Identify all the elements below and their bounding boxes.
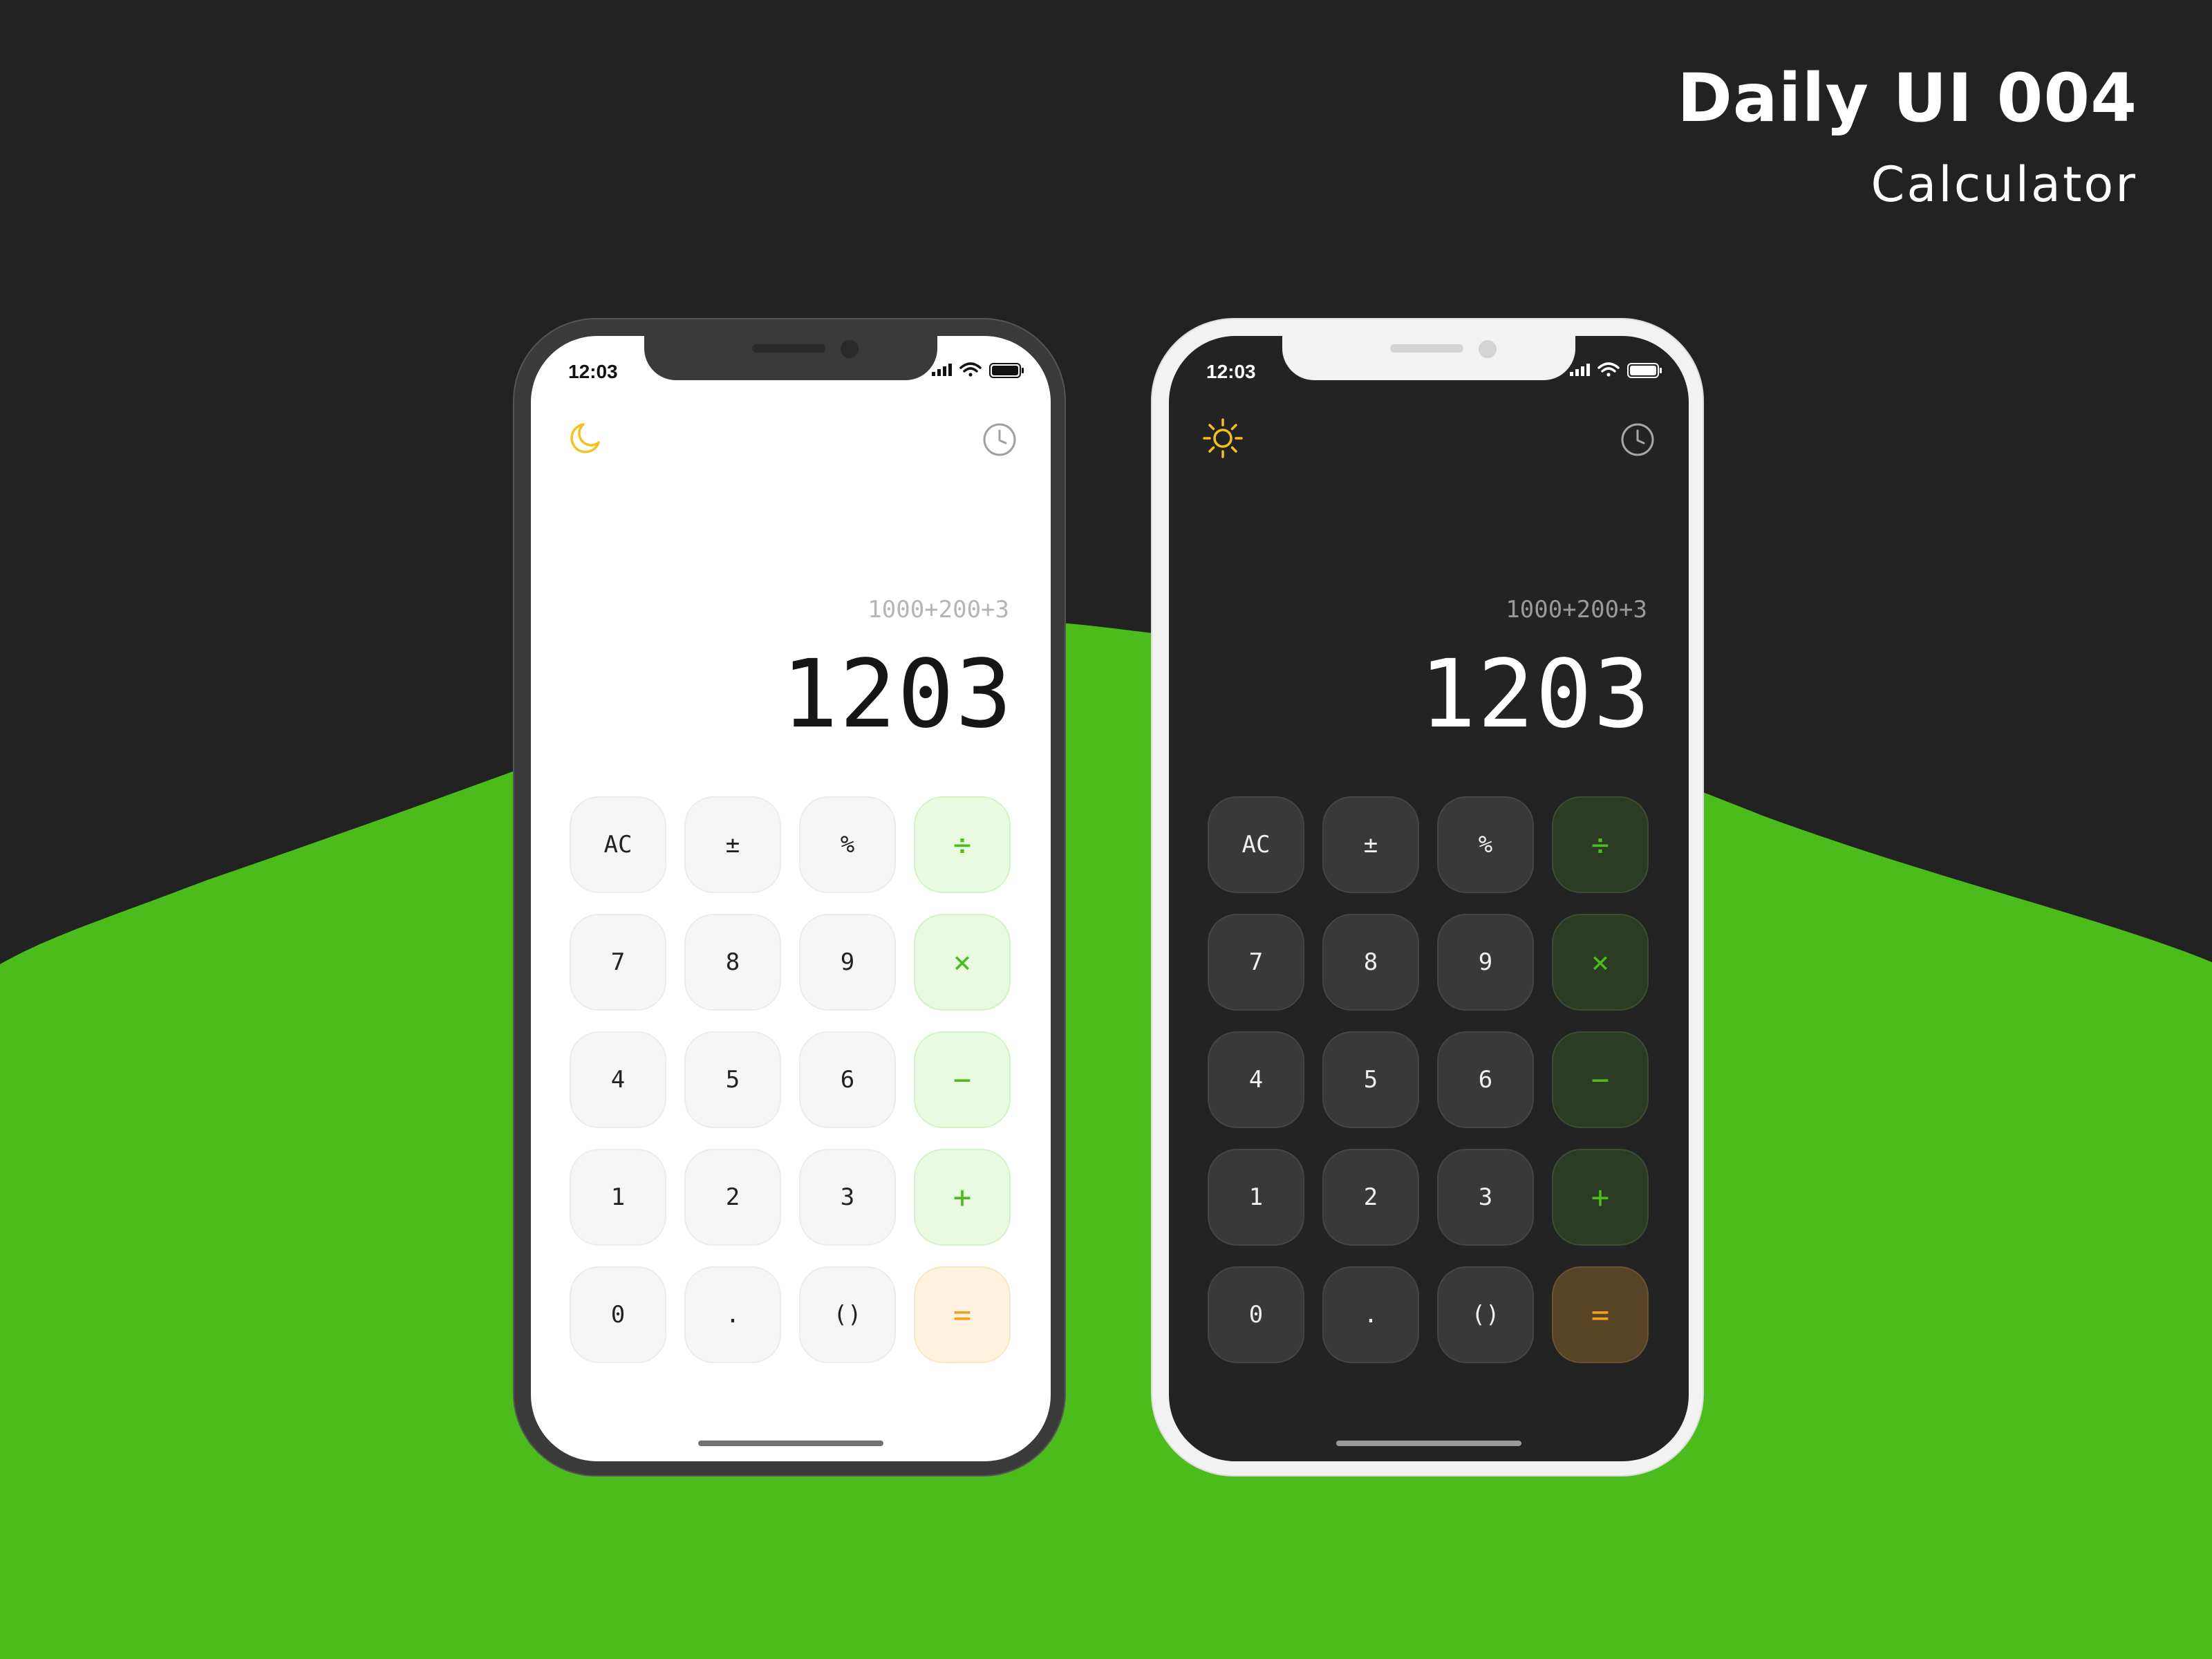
key-7[interactable]: 7 — [570, 914, 666, 1011]
key-9[interactable]: 9 — [799, 914, 896, 1011]
key-divide[interactable]: ÷ — [914, 796, 1011, 893]
front-camera — [841, 340, 859, 358]
key-equals[interactable]: = — [914, 1266, 1011, 1363]
signal-icon — [1570, 364, 1590, 376]
key-8[interactable]: 8 — [684, 914, 781, 1011]
battery-icon — [989, 363, 1024, 378]
phone-dark-mode: 12:03 1000+200+3 1203 AC ± % ÷ 7 8 9 × 4… — [1151, 318, 1704, 1477]
key-6[interactable]: 6 — [1437, 1031, 1534, 1128]
key-0[interactable]: 0 — [570, 1266, 666, 1363]
key-5[interactable]: 5 — [684, 1031, 781, 1128]
key-clear[interactable]: AC — [1208, 796, 1304, 893]
key-6[interactable]: 6 — [799, 1031, 896, 1128]
key-parentheses[interactable]: () — [1437, 1266, 1534, 1363]
key-percent[interactable]: % — [799, 796, 896, 893]
key-1[interactable]: 1 — [1208, 1149, 1304, 1246]
key-3[interactable]: 3 — [799, 1149, 896, 1246]
key-decimal[interactable]: . — [684, 1266, 781, 1363]
key-2[interactable]: 2 — [1322, 1149, 1419, 1246]
home-indicator[interactable] — [698, 1441, 883, 1446]
battery-icon — [1627, 363, 1662, 378]
result-display: 1203 — [781, 640, 1013, 749]
key-decimal[interactable]: . — [1322, 1266, 1419, 1363]
key-subtract[interactable]: − — [1552, 1031, 1649, 1128]
wifi-icon — [1597, 362, 1620, 377]
key-4[interactable]: 4 — [1208, 1031, 1304, 1128]
key-percent[interactable]: % — [1437, 796, 1534, 893]
key-equals[interactable]: = — [1552, 1266, 1649, 1363]
result-display: 1203 — [1419, 640, 1651, 749]
keypad: AC ± % ÷ 7 8 9 × 4 5 6 − 1 2 3 + 0 . () … — [570, 796, 1012, 1377]
phone-screen: 12:03 1000+200+3 1203 AC ± % ÷ 7 8 9 × 4… — [531, 336, 1051, 1461]
phone-screen: 12:03 1000+200+3 1203 AC ± % ÷ 7 8 9 × 4… — [1169, 336, 1689, 1461]
key-plus-minus[interactable]: ± — [1322, 796, 1419, 893]
key-0[interactable]: 0 — [1208, 1266, 1304, 1363]
key-5[interactable]: 5 — [1322, 1031, 1419, 1128]
clock-icon[interactable] — [982, 422, 1018, 458]
key-subtract[interactable]: − — [914, 1031, 1011, 1128]
key-9[interactable]: 9 — [1437, 914, 1534, 1011]
expression-display: 1000+200+3 — [868, 596, 1009, 624]
signal-icon — [932, 364, 952, 376]
key-2[interactable]: 2 — [684, 1149, 781, 1246]
key-multiply[interactable]: × — [914, 914, 1011, 1011]
key-7[interactable]: 7 — [1208, 914, 1304, 1011]
status-icons — [932, 362, 1024, 378]
phone-notch — [1282, 336, 1575, 380]
phone-notch — [644, 336, 937, 380]
key-4[interactable]: 4 — [570, 1031, 666, 1128]
green-hill-background — [0, 619, 2212, 1659]
keypad: AC ± % ÷ 7 8 9 × 4 5 6 − 1 2 3 + 0 . () … — [1208, 796, 1650, 1377]
key-multiply[interactable]: × — [1552, 914, 1649, 1011]
key-add[interactable]: + — [1552, 1149, 1649, 1246]
key-clear[interactable]: AC — [570, 796, 666, 893]
moon-icon[interactable] — [564, 418, 606, 459]
key-divide[interactable]: ÷ — [1552, 796, 1649, 893]
phone-light-mode: 12:03 1000+200+3 1203 AC ± % ÷ 7 8 9 × 4… — [513, 318, 1066, 1477]
speaker-grille — [752, 344, 825, 353]
status-time: 12:03 — [568, 361, 618, 382]
home-indicator[interactable] — [1336, 1441, 1521, 1446]
page-title: Daily UI 004 — [1677, 59, 2137, 137]
key-plus-minus[interactable]: ± — [684, 796, 781, 893]
key-1[interactable]: 1 — [570, 1149, 666, 1246]
status-icons — [1570, 362, 1662, 378]
front-camera — [1479, 340, 1497, 358]
key-8[interactable]: 8 — [1322, 914, 1419, 1011]
key-add[interactable]: + — [914, 1149, 1011, 1246]
clock-icon[interactable] — [1620, 422, 1656, 458]
speaker-grille — [1390, 344, 1463, 353]
wifi-icon — [959, 362, 982, 377]
status-time: 12:03 — [1206, 361, 1256, 382]
expression-display: 1000+200+3 — [1506, 596, 1647, 624]
sun-icon[interactable] — [1202, 418, 1244, 459]
key-3[interactable]: 3 — [1437, 1149, 1534, 1246]
page-subtitle: Calculator — [1871, 156, 2137, 213]
key-parentheses[interactable]: () — [799, 1266, 896, 1363]
